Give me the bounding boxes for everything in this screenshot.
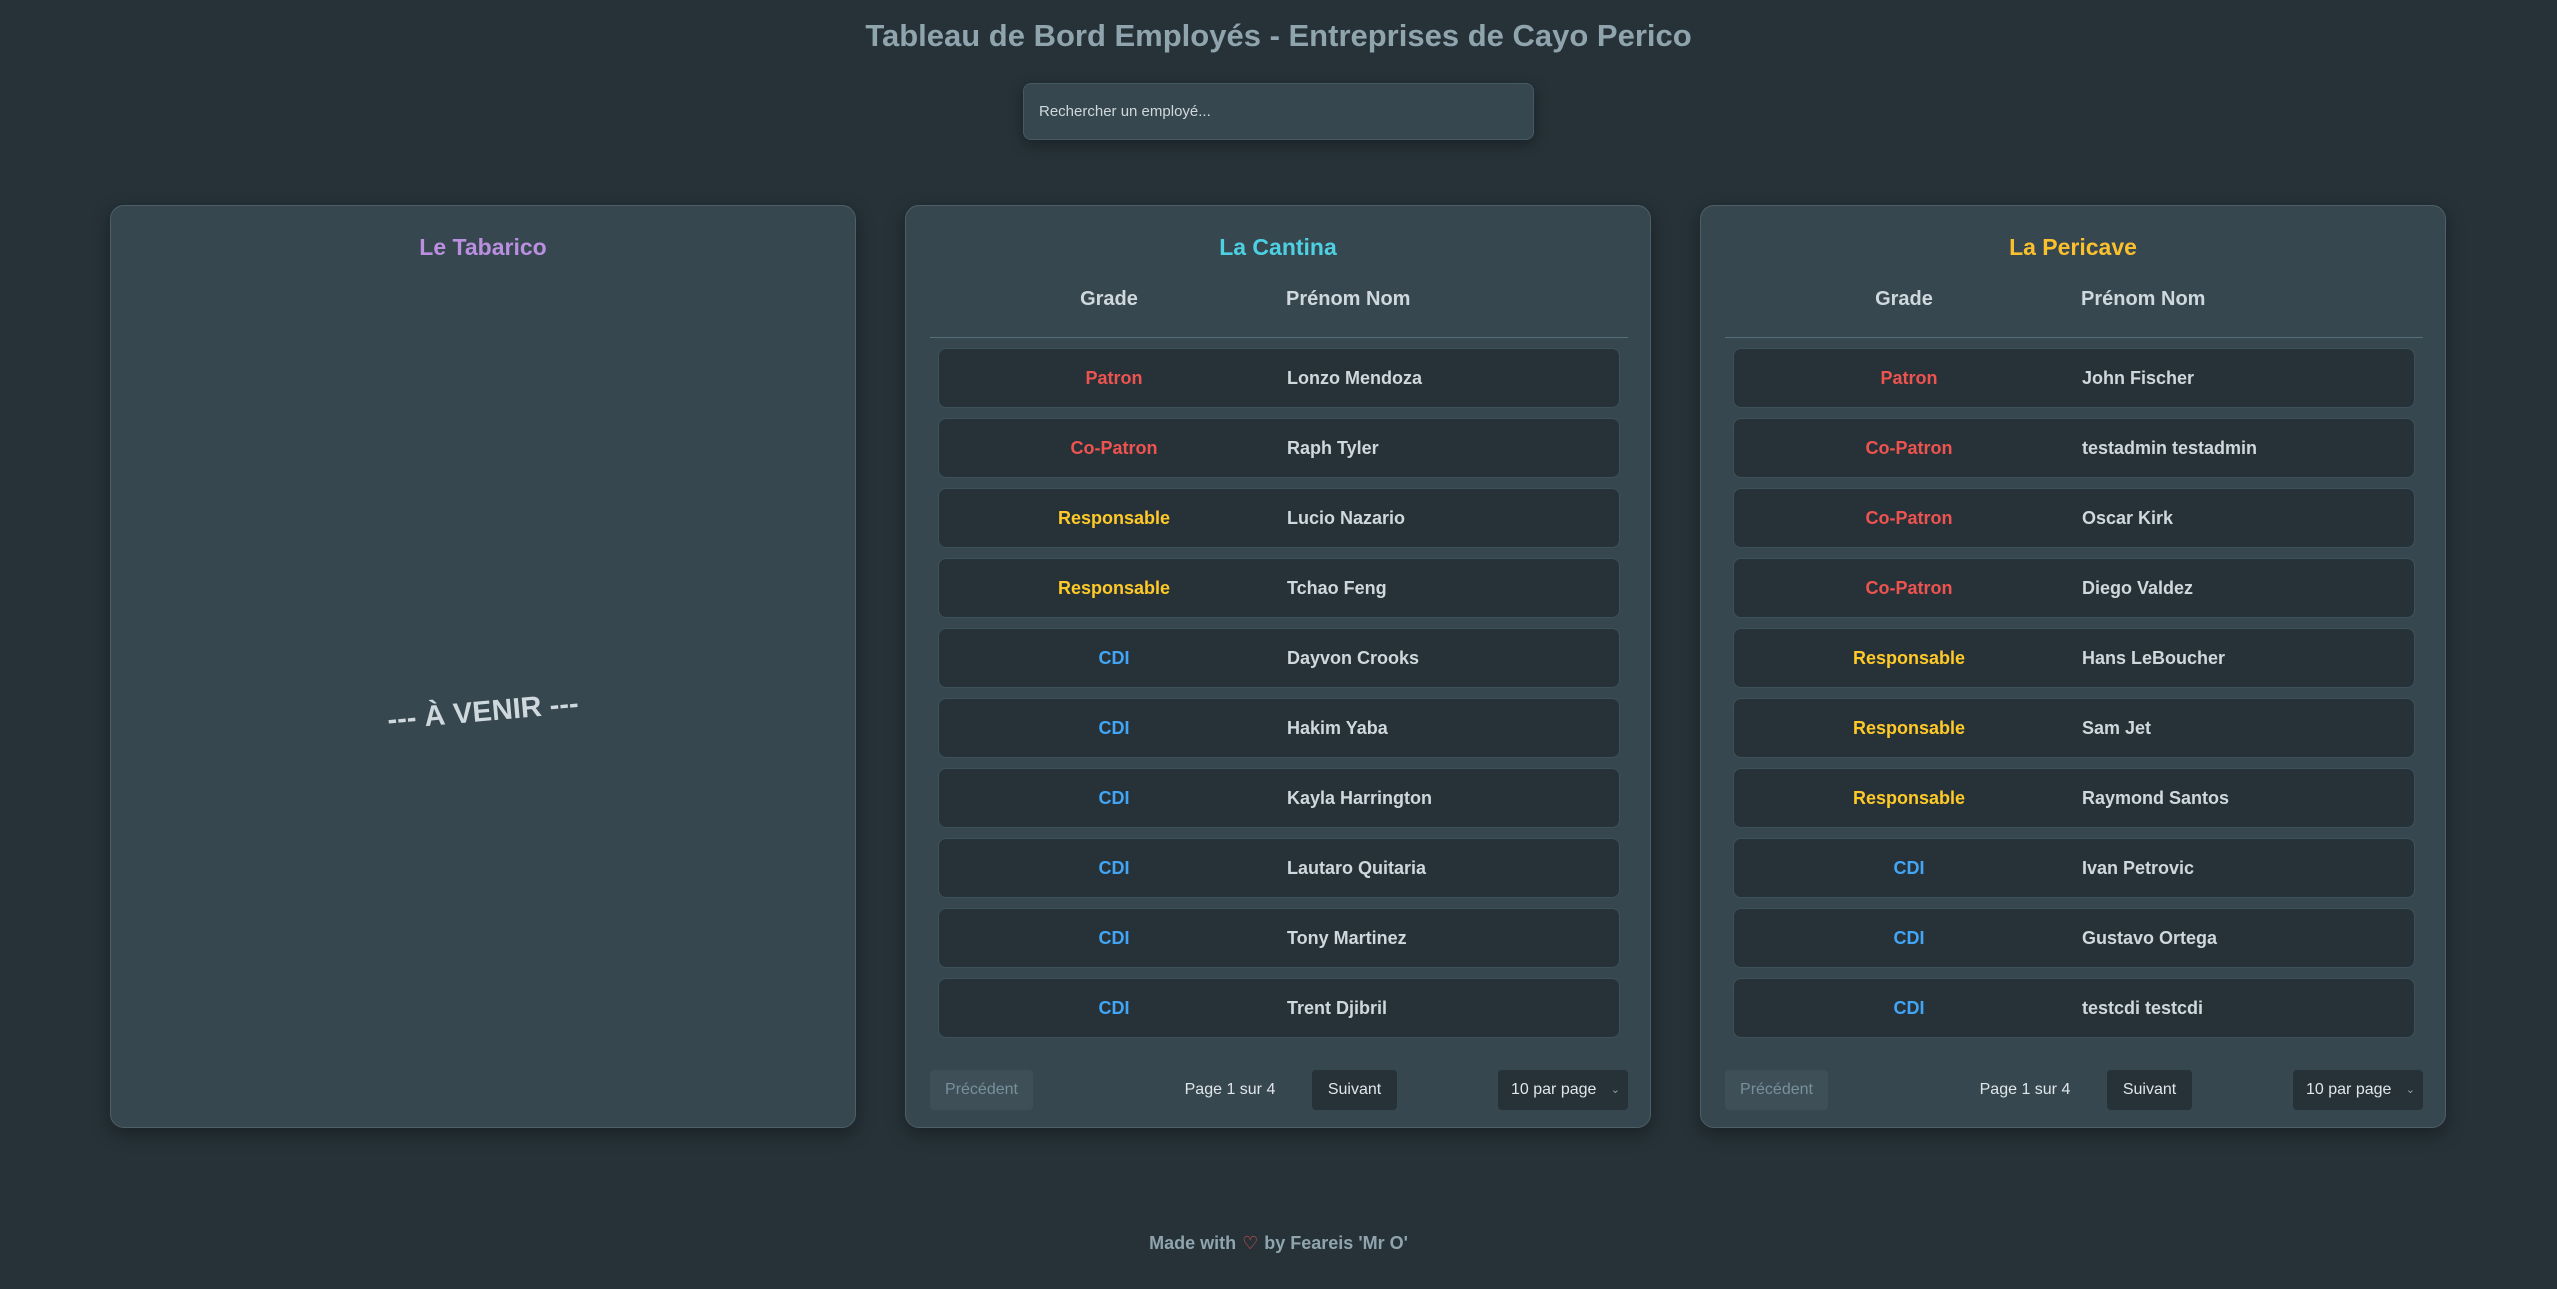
page-title: Tableau de Bord Employés - Entreprises d… [865, 18, 1692, 53]
name-cell: Tchao Feng [1287, 578, 1387, 598]
grade-cell: Patron [1085, 368, 1143, 388]
footer-author: by Feareis 'Mr O' [1264, 1233, 1408, 1253]
employee-list: Patron John Fischer Co-Patron testadmin … [1733, 348, 2415, 1048]
name-cell: Raymond Santos [2082, 788, 2230, 808]
grade-cell: Responsable [1852, 718, 1966, 738]
name-cell: Gustavo Ortega [2082, 928, 2218, 948]
table-row: CDI Kayla Harrington [938, 768, 1620, 828]
table-row: CDI testcdi testcdi [1733, 978, 2415, 1038]
per-page-select[interactable]: 10 par page ⌄ [2293, 1070, 2423, 1110]
grade-cell: Patron [1880, 368, 1938, 388]
table-row: Patron Lonzo Mendoza [938, 348, 1620, 408]
name-cell: Trent Djibril [1287, 998, 1388, 1018]
employee-list: Patron Lonzo Mendoza Co-Patron Raph Tyle… [938, 348, 1620, 1048]
name-cell: Lonzo Mendoza [1287, 368, 1422, 388]
grade-cell: CDI [1098, 998, 1130, 1018]
column-header-grade: Grade [1875, 288, 1933, 310]
table-row: CDI Dayvon Crooks [938, 628, 1620, 688]
grade-cell: CDI [1098, 648, 1130, 668]
name-cell: Dayvon Crooks [1287, 648, 1420, 668]
previous-button[interactable]: Précédent [930, 1070, 1033, 1110]
table-row: Co-Patron Diego Valdez [1733, 558, 2415, 618]
table-row: CDI Trent Djibril [938, 978, 1620, 1038]
name-cell: Raph Tyler [1287, 438, 1379, 458]
name-cell: testadmin testadmin [2082, 438, 2258, 458]
name-cell: Hakim Yaba [1287, 718, 1388, 738]
table-row: Co-Patron Oscar Kirk [1733, 488, 2415, 548]
table-row: Responsable Lucio Nazario [938, 488, 1620, 548]
grade-cell: CDI [1098, 858, 1130, 878]
chevron-down-icon: ⌄ [1610, 1084, 1620, 1096]
next-button[interactable]: Suivant [1312, 1070, 1397, 1110]
name-cell: Lautaro Quitaria [1287, 858, 1427, 878]
table-row: CDI Lautaro Quitaria [938, 838, 1620, 898]
grade-cell: CDI [1098, 928, 1130, 948]
grade-cell: Responsable [1057, 578, 1171, 598]
table-row: Patron John Fischer [1733, 348, 2415, 408]
grade-cell: Co-Patron [1865, 578, 1953, 598]
grade-cell: CDI [1098, 718, 1130, 738]
chevron-down-icon: ⌄ [2405, 1084, 2415, 1096]
table-row: Co-Patron testadmin testadmin [1733, 418, 2415, 478]
grade-cell: CDI [1893, 928, 1925, 948]
grade-cell: Co-Patron [1070, 438, 1158, 458]
page-indicator: Page 1 sur 4 [1979, 1081, 2071, 1098]
grade-cell: Responsable [1852, 788, 1966, 808]
coming-soon-label: --- À VENIR --- [386, 687, 580, 737]
grade-cell: Co-Patron [1865, 508, 1953, 528]
table-row: Responsable Sam Jet [1733, 698, 2415, 758]
column-header-name: Prénom Nom [1286, 288, 1411, 310]
table-header: Grade Prénom Nom [930, 288, 1628, 338]
dashboard-page: Tableau de Bord Employés - Entreprises d… [0, 0, 2557, 1289]
name-cell: Oscar Kirk [2082, 508, 2174, 528]
page-indicator: Page 1 sur 4 [1184, 1081, 1276, 1098]
name-cell: Hans LeBoucher [2082, 648, 2226, 668]
panel-title-pericave: La Pericave [2009, 234, 2137, 260]
grade-cell: CDI [1893, 998, 1925, 1018]
panel-title-tabarico: Le Tabarico [419, 234, 547, 260]
grade-cell: CDI [1098, 788, 1130, 808]
next-button[interactable]: Suivant [2107, 1070, 2192, 1110]
name-cell: testcdi testcdi [2082, 998, 2204, 1018]
grade-cell: Responsable [1852, 648, 1966, 668]
panel-cantina: La Cantina Grade Prénom Nom Patron Lonzo… [905, 205, 1651, 1128]
name-cell: Ivan Petrovic [2082, 858, 2195, 878]
name-cell: Diego Valdez [2082, 578, 2194, 598]
panel-title-cantina: La Cantina [1219, 234, 1337, 260]
per-page-value: 10 par page [1511, 1081, 1597, 1098]
table-row: CDI Hakim Yaba [938, 698, 1620, 758]
per-page-value: 10 par page [2306, 1081, 2392, 1098]
name-cell: Tony Martinez [1287, 928, 1407, 948]
table-row: Responsable Hans LeBoucher [1733, 628, 2415, 688]
table-row: CDI Gustavo Ortega [1733, 908, 2415, 968]
name-cell: Sam Jet [2082, 718, 2152, 738]
column-header-grade: Grade [1080, 288, 1138, 310]
grade-cell: Responsable [1057, 508, 1171, 528]
previous-button[interactable]: Précédent [1725, 1070, 1828, 1110]
footer-made-with: Made with [1149, 1233, 1237, 1253]
grade-cell: Co-Patron [1865, 438, 1953, 458]
table-row: Responsable Tchao Feng [938, 558, 1620, 618]
heart-icon: ♡ [1242, 1233, 1259, 1253]
table-row: CDI Tony Martinez [938, 908, 1620, 968]
search-input[interactable] [1023, 83, 1534, 140]
name-cell: John Fischer [2082, 368, 2195, 388]
grade-cell: CDI [1893, 858, 1925, 878]
footer: Made with ♡ by Feareis 'Mr O' [0, 1233, 2557, 1254]
table-row: Responsable Raymond Santos [1733, 768, 2415, 828]
panel-pericave: La Pericave Grade Prénom Nom Patron John… [1700, 205, 2446, 1128]
name-cell: Lucio Nazario [1287, 508, 1406, 528]
table-row: CDI Ivan Petrovic [1733, 838, 2415, 898]
per-page-select[interactable]: 10 par page ⌄ [1498, 1070, 1628, 1110]
name-cell: Kayla Harrington [1287, 788, 1433, 808]
panel-tabarico: Le Tabarico --- À VENIR --- [110, 205, 856, 1128]
pagination: Précédent Page 1 sur 4 Suivant 10 par pa… [1725, 1070, 2423, 1110]
table-header: Grade Prénom Nom [1725, 288, 2423, 338]
pagination: Précédent Page 1 sur 4 Suivant 10 par pa… [930, 1070, 1628, 1110]
table-row: Co-Patron Raph Tyler [938, 418, 1620, 478]
column-header-name: Prénom Nom [2081, 288, 2206, 310]
